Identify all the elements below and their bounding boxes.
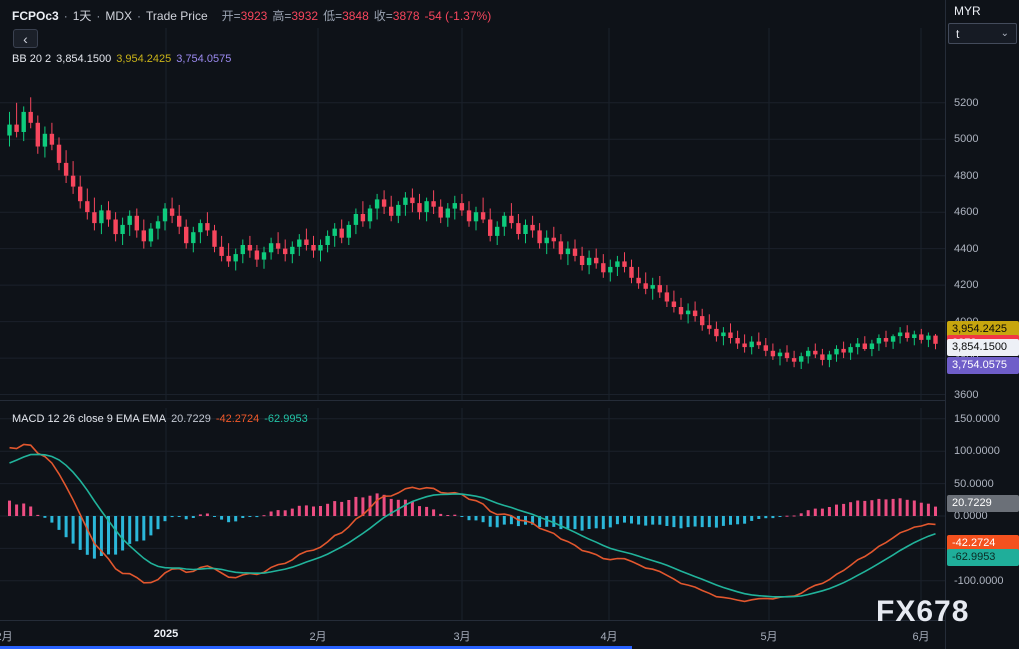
price-tick-label: 4200 — [954, 279, 979, 292]
bb-basis-value: 3,854.1500 — [56, 53, 112, 65]
low-value: 3848 — [342, 8, 369, 23]
price-scale[interactable]: MYR t ⌄ 52005000480046004400420040003800… — [945, 0, 1019, 649]
change-value: -54 (-1.37%) — [424, 8, 492, 23]
time-axis-label: 5月 — [760, 631, 778, 643]
interval-label: 1天 — [72, 9, 92, 23]
macd-tick-label: 100.0000 — [954, 445, 1000, 458]
price-tick-label: 4800 — [954, 169, 979, 182]
bb-upper-value: 3,954.2425 — [116, 53, 172, 65]
bb-basis-price-label: 3,854.1500 — [947, 339, 1019, 357]
currency-button[interactable]: MYR — [954, 4, 981, 18]
trading-chart-app: FCPOc3 · 1天 · MDX · Trade Price 开= 3923 高… — [0, 0, 1019, 649]
open-value: 3923 — [240, 8, 268, 23]
price-tick-label: 3600 — [954, 388, 979, 401]
time-axis-label: 2025 — [153, 628, 179, 640]
macd-tick-label: 0.0000 — [954, 510, 988, 522]
back-arrow-icon: ‹ — [23, 30, 28, 47]
separator: · — [137, 8, 142, 23]
price-tick-label: 4600 — [954, 206, 979, 219]
macd-legend[interactable]: MACD 12 26 close 9 EMA EMA 20.7229 -42.2… — [12, 413, 308, 425]
time-axis-label: 4月 — [600, 631, 618, 643]
macd-label: MACD 12 26 close 9 EMA EMA — [12, 413, 167, 425]
bollinger-legend[interactable]: BB 20 2 3,854.1500 3,954.2425 3,754.0575 — [12, 53, 231, 65]
separator: · — [63, 8, 68, 23]
unit-dropdown[interactable]: t ⌄ — [948, 23, 1017, 44]
exchange-label: MDX — [105, 8, 133, 23]
macd-hist-value: 20.7229 — [171, 413, 211, 425]
macd-tick-label: 150.0000 — [954, 412, 1000, 425]
bb-lower-price-label: 3,754.0575 — [947, 357, 1019, 375]
unit-dropdown-value: t — [956, 26, 960, 41]
chevron-down-icon: ⌄ — [1000, 28, 1009, 39]
price-tick-label: 5200 — [954, 96, 979, 109]
series-type-label: Trade Price — [146, 8, 208, 23]
macd-tick-label: -100.0000 — [954, 574, 1004, 587]
macd-signal-value: -62.9953 — [264, 413, 308, 425]
separator: · — [96, 8, 101, 23]
close-label: 收= — [373, 9, 393, 23]
macd-line-value: -42.2724 — [215, 413, 260, 425]
price-tick-label: 4400 — [954, 242, 979, 255]
bb-lower-value: 3,754.0575 — [176, 53, 232, 65]
time-scale[interactable]: 12月 2025 2月 3月 4月 5月 6月 — [0, 620, 1019, 649]
close-value: 3878 — [392, 8, 420, 23]
high-label: 高= — [272, 9, 292, 23]
time-axis-label: 12月 — [0, 631, 13, 643]
macd-signal-value-label: -62.9953 — [947, 548, 1019, 566]
symbol-name: FCPOc3 — [12, 8, 59, 23]
back-button[interactable]: ‹ — [13, 29, 38, 48]
macd-indicator-chart[interactable] — [0, 408, 945, 620]
low-label: 低= — [323, 9, 343, 23]
macd-tick-label: 50.0000 — [954, 477, 994, 490]
high-value: 3932 — [291, 8, 319, 23]
time-axis-label: 6月 — [912, 631, 930, 643]
open-label: 开= — [221, 9, 241, 23]
bb-label: BB 20 2 — [12, 53, 52, 65]
macd-hist-value-label: 20.7229 — [947, 494, 1019, 512]
price-tick-label: 5000 — [954, 133, 979, 146]
time-axis-label: 2月 — [309, 631, 327, 643]
pane-divider[interactable] — [0, 400, 1019, 401]
symbol-legend[interactable]: FCPOc3 · 1天 · MDX · Trade Price 开= 3923 高… — [12, 7, 491, 24]
time-axis-label: 3月 — [453, 631, 471, 643]
main-price-chart[interactable] — [0, 28, 945, 400]
